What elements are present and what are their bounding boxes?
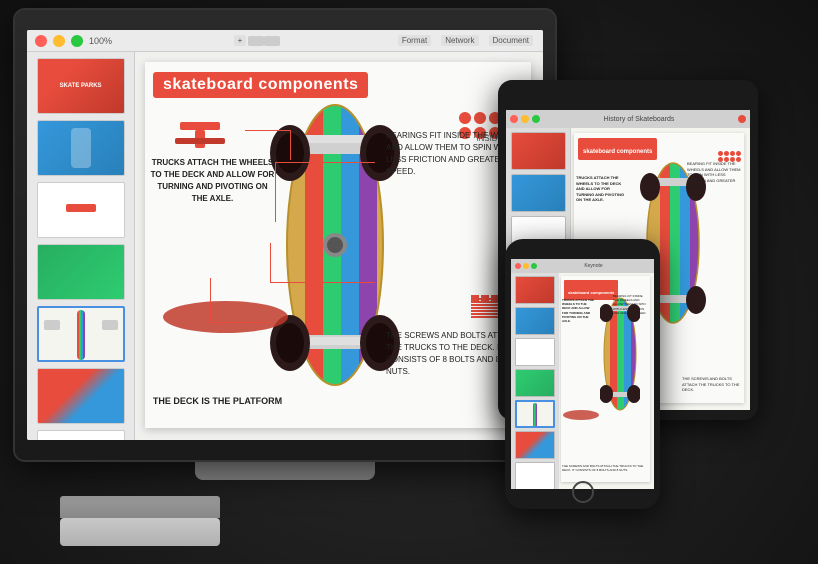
bearing-dot-2 — [474, 112, 486, 124]
ipad-screws-label: THE SCREWS AND BOLTS ATTACH THE TRUCKS T… — [682, 376, 742, 393]
trucks-label: TRUCKS ATTACH THE WHEELS TO THE DECK AND… — [150, 157, 275, 205]
minimize-button-icon[interactable] — [53, 35, 65, 47]
iphone-thumb-5[interactable] — [515, 400, 555, 428]
iphone-thumb-1[interactable] — [515, 276, 555, 304]
ipad-thumb-1[interactable] — [511, 132, 566, 170]
iphone-thumb-2[interactable] — [515, 307, 555, 335]
slide-thumb-1[interactable]: SKATE PARKS — [37, 58, 125, 114]
iphone-thumb-4[interactable] — [515, 369, 555, 397]
ipad-close-icon[interactable] — [510, 115, 518, 123]
connector-line-6 — [270, 282, 375, 283]
app-titlebar: 100% + Format Network Document — [27, 30, 543, 52]
iphone-close-icon[interactable] — [515, 263, 521, 269]
ipad-minimize-icon[interactable] — [521, 115, 529, 123]
monitor-screen: 100% + Format Network Document SKATE PAR… — [27, 30, 543, 440]
document-button[interactable]: Document — [489, 35, 533, 46]
slide-thumb-7[interactable] — [37, 430, 125, 440]
slide-thumb-4[interactable] — [37, 244, 125, 300]
connector-line-4 — [245, 130, 290, 131]
iphone-app-title: Keynote — [537, 263, 650, 269]
slide-thumb-6[interactable] — [37, 368, 125, 424]
monitor: 100% + Format Network Document SKATE PAR… — [15, 10, 555, 510]
iphone-screen: Keynote skateboard components — [511, 259, 654, 489]
ipad-bearings-label: BEARING FIT INSIDE THE WHEELS AND ALLOW … — [687, 161, 742, 189]
ipad-thumb-2[interactable] — [511, 174, 566, 212]
maximize-button-icon[interactable] — [71, 35, 83, 47]
slide-thumb-5[interactable] — [37, 306, 125, 362]
ipad-titlebar: History of Skateboards — [506, 110, 750, 128]
connector-line-8 — [210, 322, 270, 323]
iphone-slide: skateboard components — [561, 276, 650, 482]
iphone-minimize-icon[interactable] — [523, 263, 529, 269]
connector-line-7 — [210, 278, 211, 323]
slide-thumb-2[interactable] — [37, 120, 125, 176]
main-slide-area: skateboard components — [135, 52, 543, 440]
iphone-bearings-label: BEARING FIT INSIDE THE WHEELS AND ALLOW … — [613, 294, 649, 315]
ipad-app-title: History of Skateboards — [543, 116, 735, 123]
iphone-main: skateboard components — [559, 273, 654, 489]
connector-line-1 — [275, 162, 276, 222]
iphone-screws-label: THE SCREWS AND BOLTS ATTACH THE TRUCKS T… — [562, 464, 648, 472]
network-button[interactable]: Network — [441, 35, 478, 46]
ipad-dot-3 — [730, 151, 735, 156]
deck-oval — [163, 301, 288, 333]
close-button-icon[interactable] — [35, 35, 47, 47]
ipad-play-icon[interactable] — [738, 115, 746, 123]
connector-line-3 — [290, 130, 291, 160]
ipad-trucks-label: TRUCKS ATTACH THE WHEELS TO THE DECK AND… — [576, 175, 628, 203]
iphone-thumb-3[interactable] — [515, 338, 555, 366]
toolbar-icon-2 — [264, 36, 280, 46]
toolbar-icon — [248, 36, 264, 46]
toolbar-spacer: + — [122, 35, 390, 46]
add-slide-button[interactable]: + — [234, 35, 247, 46]
slide-thumb-3[interactable] — [37, 182, 125, 238]
deck-label: THE DECK IS THE PLATFORM — [150, 395, 285, 409]
iphone-thumb-6[interactable] — [515, 431, 555, 459]
zoom-level: 100% — [89, 36, 112, 46]
format-button[interactable]: Format — [398, 35, 431, 46]
ipad-dot-1 — [718, 151, 723, 156]
iphone-trucks-label: TRUCKS ATTACH THE WHEELS TO THE DECK AND… — [562, 298, 594, 323]
connector-line-5 — [270, 243, 271, 283]
ipad-dot-2 — [724, 151, 729, 156]
iphone-titlebar: Keynote — [511, 259, 654, 273]
ipad-maximize-icon[interactable] — [532, 115, 540, 123]
iphone-thumb-7[interactable] — [515, 462, 555, 489]
slide-canvas: skateboard components — [145, 62, 531, 428]
iphone-slide-panel — [511, 273, 559, 489]
iphone-deck-oval — [563, 410, 599, 420]
ipad-dot-4 — [736, 151, 741, 156]
connector-line-2 — [275, 162, 375, 163]
mac-mini-base — [60, 518, 220, 546]
slide-panel: SKATE PARKS — [27, 52, 135, 440]
monitor-frame: 100% + Format Network Document SKATE PAR… — [15, 10, 555, 460]
iphone-device: Keynote skateboard components — [505, 239, 660, 509]
iphone-home-button[interactable] — [572, 481, 594, 503]
